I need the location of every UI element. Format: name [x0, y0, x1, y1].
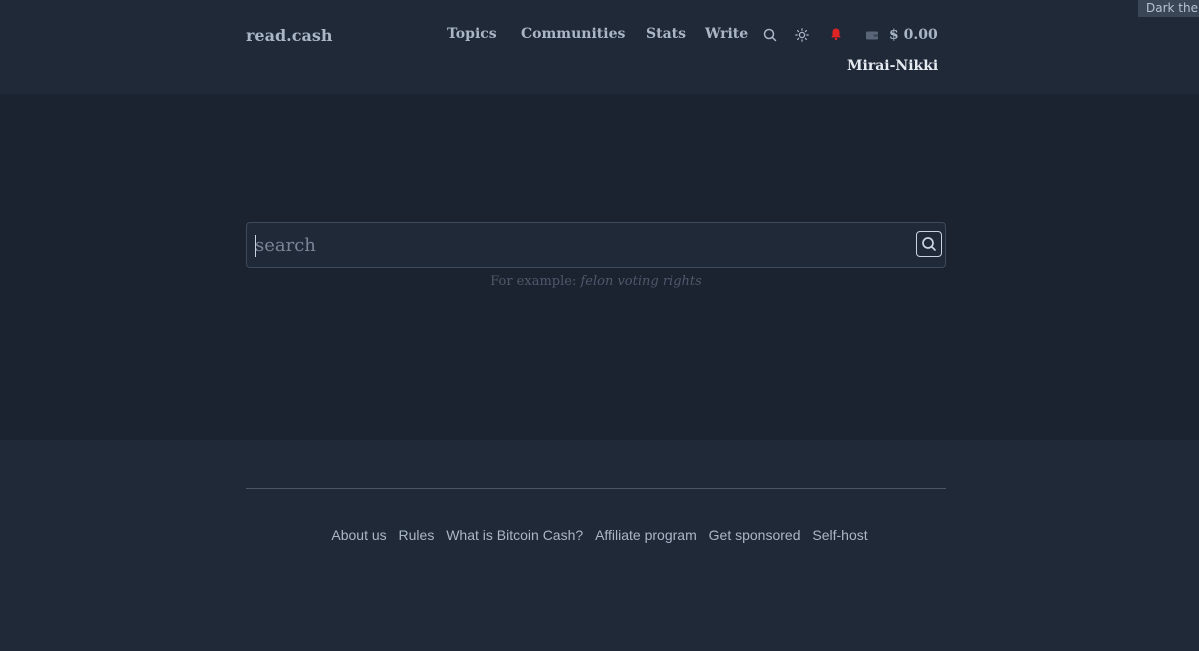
footer-divider — [246, 488, 946, 489]
footer-link-rules[interactable]: Rules — [399, 527, 435, 543]
wallet-balance[interactable]: $ 0.00 — [889, 27, 938, 43]
search-box — [246, 222, 946, 268]
search-icon[interactable] — [762, 27, 778, 43]
sun-icon[interactable] — [794, 27, 810, 43]
search-input[interactable] — [255, 231, 905, 259]
footer-link-affiliate[interactable]: Affiliate program — [595, 527, 697, 543]
footer-link-about[interactable]: About us — [331, 527, 386, 543]
wallet-icon[interactable] — [864, 27, 880, 43]
search-example: For example: felon voting rights — [0, 274, 1192, 289]
bell-icon[interactable] — [828, 26, 844, 42]
user-profile-link[interactable]: Mirai-Nikki — [847, 58, 938, 74]
example-query[interactable]: felon voting rights — [580, 274, 701, 289]
search-section: For example: felon voting rights — [0, 94, 1199, 440]
footer-links: About us Rules What is Bitcoin Cash? Aff… — [0, 527, 1199, 543]
text-caret — [255, 235, 256, 257]
nav-stats[interactable]: Stats — [646, 26, 686, 42]
nav-communities[interactable]: Communities — [521, 26, 625, 42]
footer-link-sponsored[interactable]: Get sponsored — [709, 527, 801, 543]
site-logo[interactable]: read.cash — [246, 26, 332, 45]
nav-topics[interactable]: Topics — [447, 26, 497, 42]
site-header: read.cash Topics Communities Stats Write — [0, 0, 1199, 94]
footer-link-self-host[interactable]: Self-host — [812, 527, 867, 543]
theme-tooltip: Dark theme — [1138, 0, 1199, 17]
footer-link-bitcoin-cash[interactable]: What is Bitcoin Cash? — [446, 527, 583, 543]
search-button[interactable] — [916, 231, 942, 257]
site-footer: About us Rules What is Bitcoin Cash? Aff… — [0, 440, 1199, 651]
magnifier-icon — [922, 237, 936, 251]
nav-write[interactable]: Write — [705, 26, 748, 42]
example-prefix: For example: — [490, 274, 577, 289]
